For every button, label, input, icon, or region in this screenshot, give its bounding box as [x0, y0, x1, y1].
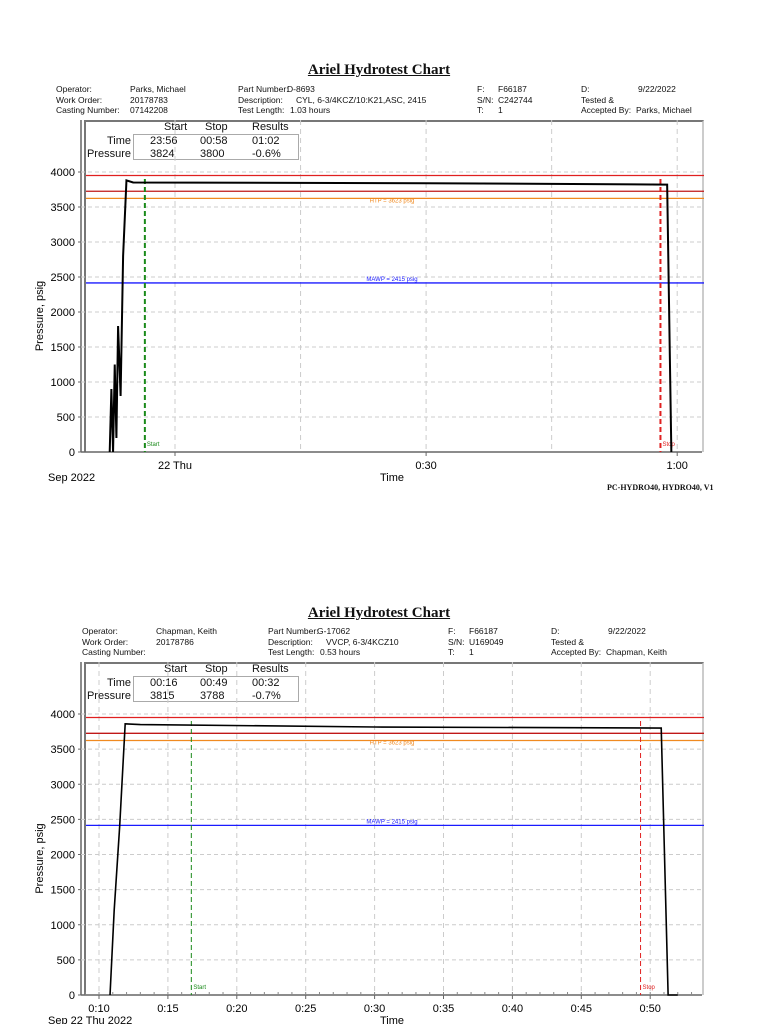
x-tick-label: 0:20 — [226, 1003, 247, 1015]
x-tick-label: 0:40 — [502, 1003, 523, 1015]
y-tick-label: 2000 — [51, 850, 75, 862]
y-tick-label: 4000 — [51, 709, 75, 721]
y-tick-label: 1500 — [51, 885, 75, 897]
stop-marker-label: Stop — [643, 985, 656, 991]
y-tick-label: 0 — [69, 990, 75, 1002]
y-tick-label: 3500 — [51, 744, 75, 756]
x-tick-label: 0:30 — [364, 1003, 385, 1015]
reference-line-label: HTP = 3623 psig — [370, 740, 415, 746]
x-tick-label: 0:10 — [88, 1003, 109, 1015]
x-tick-label: 0:35 — [433, 1003, 454, 1015]
date-label: Sep 22 Thu 2022 — [48, 1015, 132, 1024]
y-tick-label: 2500 — [51, 814, 75, 826]
x-tick-label: 0:25 — [295, 1003, 316, 1015]
y-tick-label: 500 — [57, 955, 75, 967]
y-tick-label: 1000 — [51, 920, 75, 932]
x-tick-label: 0:50 — [639, 1003, 660, 1015]
pressure-series-line — [109, 722, 678, 996]
y-axis-label: Pressure, psig — [34, 823, 46, 893]
x-tick-label: 0:15 — [157, 1003, 178, 1015]
y-tick-label: 3000 — [51, 779, 75, 791]
x-axis-label: Time — [380, 1015, 404, 1024]
pressure-chart: 0 500 1000 1500 2000 2500 3000 3500 4000 0:10 0:15… — [34, 662, 704, 1024]
x-tick-label: 0:45 — [571, 1003, 592, 1015]
reference-line-label: MAWP = 2415 psig — [366, 819, 417, 825]
start-marker-label: Start — [193, 985, 206, 991]
